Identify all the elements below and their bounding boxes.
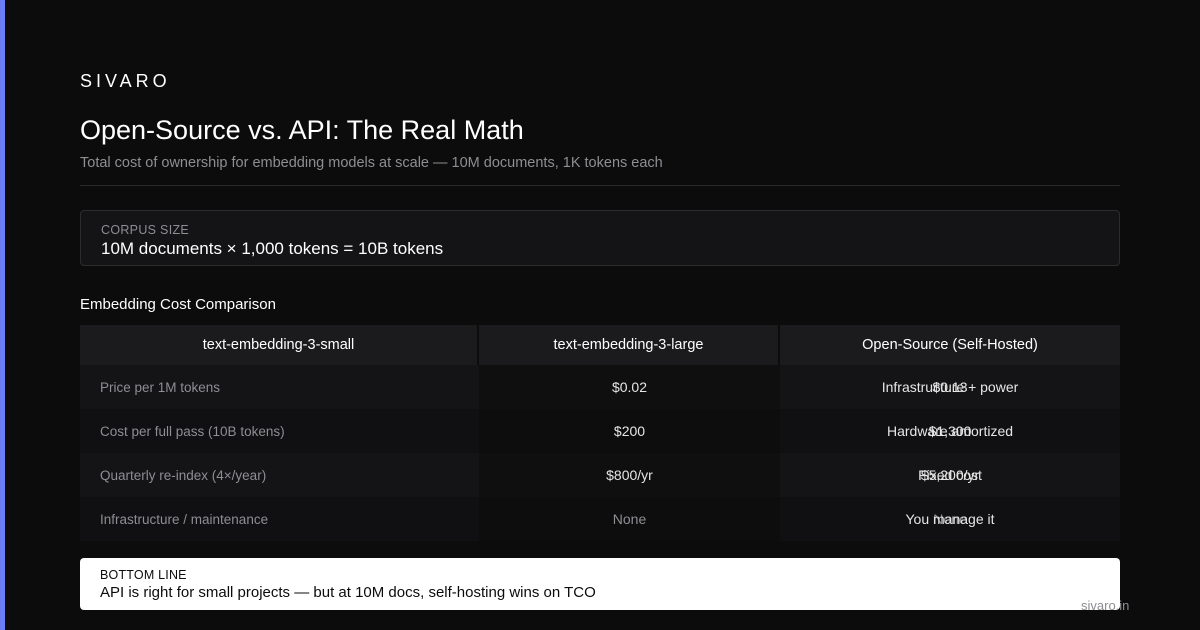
corpus-size-value: 10M documents × 1,000 tokens = 10B token… xyxy=(101,239,444,258)
overlapping-value: Hardware amortized xyxy=(886,423,1014,439)
cost-comparison-table: text-embedding-3-small text-embedding-3-… xyxy=(80,325,1120,541)
table-cell: $200 xyxy=(479,409,780,453)
accent-bar xyxy=(0,0,5,630)
divider xyxy=(80,185,1120,186)
table-cell: None You manage it xyxy=(780,497,1120,541)
row-label: Price per 1M tokens xyxy=(80,365,479,409)
table-header-cell: text-embedding-3-large xyxy=(479,325,780,365)
table-header-cell: Open-Source (Self-Hosted) xyxy=(780,325,1120,365)
table-cell: $1,300 Hardware amortized xyxy=(780,409,1120,453)
row-label: Quarterly re-index (4×/year) xyxy=(80,453,479,497)
bottom-line-value: API is right for small projects — but at… xyxy=(100,584,596,601)
table-cell: None xyxy=(479,497,780,541)
section-title: Embedding Cost Comparison xyxy=(80,296,276,313)
table-cell: $0.02 xyxy=(479,365,780,409)
bottom-line-label: BOTTOM LINE xyxy=(100,568,187,582)
table-row: Infrastructure / maintenance None None Y… xyxy=(80,497,1120,541)
corpus-size-card: CORPUS SIZE 10M documents × 1,000 tokens… xyxy=(80,210,1120,266)
overlapping-value: Infrastructure + power xyxy=(881,379,1019,395)
table-cell: $0.13 Infrastructure + power xyxy=(780,365,1120,409)
footer-url: sivaro.in xyxy=(1081,598,1130,613)
page-subtitle: Total cost of ownership for embedding mo… xyxy=(80,155,663,171)
overlapping-value: Fixed cost xyxy=(918,467,982,483)
table-row: Price per 1M tokens $0.02 $0.13 Infrastr… xyxy=(80,365,1120,409)
table-header-cell: text-embedding-3-small xyxy=(80,325,479,365)
table-cell: $800/yr xyxy=(479,453,780,497)
table-header-row: text-embedding-3-small text-embedding-3-… xyxy=(80,325,1120,365)
overlapping-value: You manage it xyxy=(905,511,995,527)
corpus-size-label: CORPUS SIZE xyxy=(101,223,190,237)
table-cell: $5,200/yr Fixed cost xyxy=(780,453,1120,497)
row-label: Cost per full pass (10B tokens) xyxy=(80,409,479,453)
bottom-line-card: BOTTOM LINE API is right for small proje… xyxy=(80,558,1120,610)
table-row: Quarterly re-index (4×/year) $800/yr $5,… xyxy=(80,453,1120,497)
table-row: Cost per full pass (10B tokens) $200 $1,… xyxy=(80,409,1120,453)
row-label: Infrastructure / maintenance xyxy=(80,497,479,541)
page-title: Open-Source vs. API: The Real Math xyxy=(80,115,524,145)
brand-logo: SIVARO xyxy=(80,71,171,91)
